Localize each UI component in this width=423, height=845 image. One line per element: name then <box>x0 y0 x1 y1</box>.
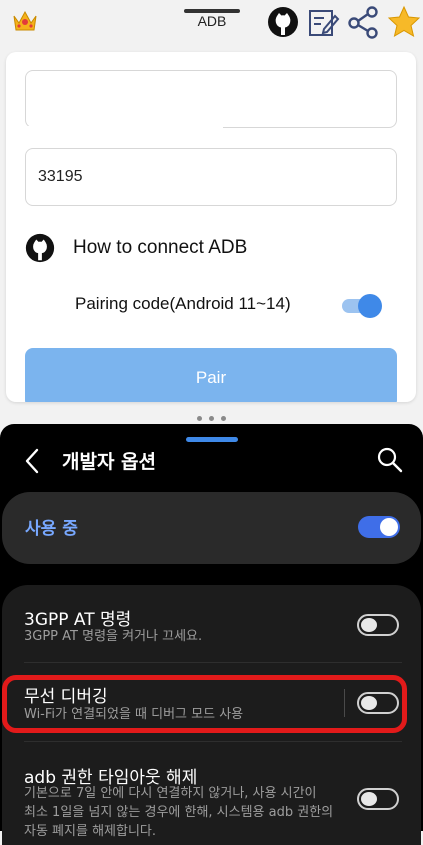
how-to-connect-link[interactable]: How to connect ADB <box>24 230 247 266</box>
pair-button[interactable]: Pair <box>25 348 397 402</box>
edit-note-icon[interactable] <box>306 5 340 39</box>
split-divider-handle[interactable] <box>186 437 238 442</box>
in-use-label: 사용 중 <box>25 519 78 539</box>
setting-adb-timeout-subtitle-line2: 최소 1일을 넘지 않는 경우에 한해, 시스템용 adb 권한의 <box>24 805 334 820</box>
list-divider <box>24 662 402 663</box>
pairing-code-label: Pairing code(Android 11~14) <box>75 294 291 313</box>
setting-adb-timeout-subtitle-line1: 기본으로 7일 안에 다시 연결하지 않거나, 사용 시간이 <box>24 786 317 801</box>
app-title: ADB <box>197 13 227 29</box>
share-icon[interactable] <box>346 5 380 39</box>
github-icon[interactable] <box>266 5 300 39</box>
crown-icon[interactable] <box>10 6 40 36</box>
github-icon <box>25 233 55 263</box>
star-icon[interactable] <box>387 5 421 39</box>
search-icon[interactable] <box>376 446 404 474</box>
switch-knob <box>361 792 377 806</box>
setting-3gpp-title: 3GPP AT 명령 <box>24 610 132 630</box>
back-arrow-icon[interactable] <box>18 446 48 476</box>
field-mask <box>25 126 223 150</box>
toggle-knob <box>358 294 382 318</box>
setting-3gpp-subtitle: 3GPP AT 명령을 켜거나 끄세요. <box>24 629 203 644</box>
top-app-bar: ADB <box>0 0 423 46</box>
port-input[interactable] <box>26 149 396 205</box>
setting-3gpp-switch[interactable] <box>357 614 399 636</box>
switch-knob <box>380 518 398 536</box>
pairing-code-toggle[interactable] <box>342 292 384 320</box>
how-to-connect-label: How to connect ADB <box>73 237 248 258</box>
host-field[interactable] <box>25 70 397 128</box>
page-title: 개발자 옵션 <box>62 451 157 473</box>
split-options-handle[interactable] <box>197 416 227 422</box>
in-use-master-toggle-row[interactable]: 사용 중 <box>2 492 421 564</box>
setting-adb-timeout-subtitle-line3: 자동 폐지를 해제합니다. <box>24 824 156 839</box>
in-use-switch[interactable] <box>358 516 400 538</box>
list-divider <box>24 741 402 742</box>
host-input[interactable] <box>26 71 396 127</box>
annotation-highlight-box <box>2 675 407 733</box>
setting-adb-timeout-switch[interactable] <box>357 788 399 810</box>
port-field[interactable] <box>25 148 397 206</box>
switch-knob <box>361 618 377 632</box>
connection-card: How to connect ADB Pairing code(Android … <box>6 52 416 402</box>
